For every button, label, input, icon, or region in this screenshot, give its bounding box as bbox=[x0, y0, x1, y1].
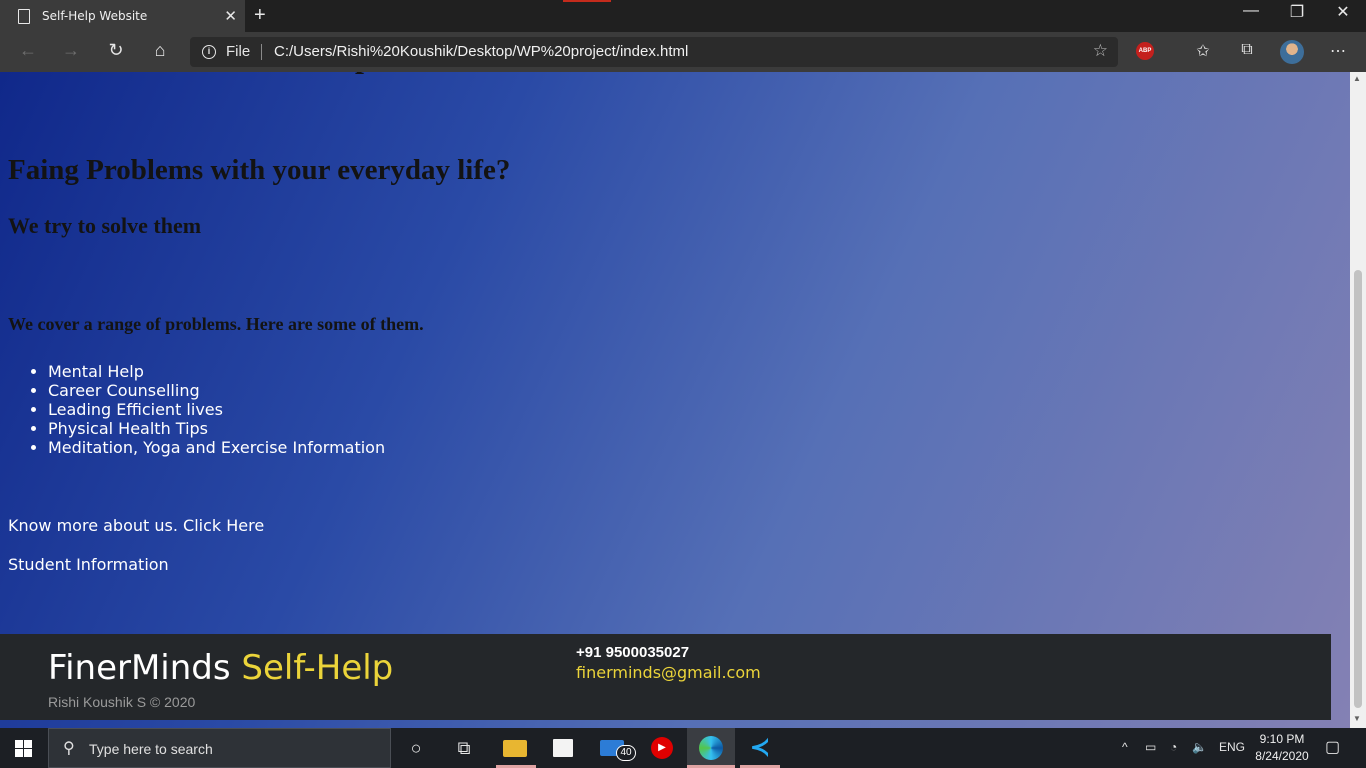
address-bar[interactable]: i File C:/Users/Rishi%20Koushik/Desktop/… bbox=[190, 37, 1118, 67]
partial-heading: p bbox=[355, 72, 373, 75]
close-window-button[interactable]: ✕ bbox=[1320, 2, 1366, 22]
clock-time: 9:10 PM bbox=[1259, 732, 1305, 746]
adblock-icon[interactable]: ABP bbox=[1136, 42, 1154, 60]
sub-heading: We try to solve them bbox=[8, 213, 202, 238]
tab-strip: Self-Help Website ✕ + — ❐ ✕ bbox=[0, 0, 1366, 32]
file-explorer-icon[interactable] bbox=[503, 740, 527, 757]
cortana-icon[interactable]: ○ bbox=[404, 736, 428, 760]
system-clock[interactable]: 9:10 PM 8/24/2020 bbox=[1254, 731, 1310, 765]
search-icon: ⚲ bbox=[63, 740, 75, 757]
scroll-up-icon[interactable]: ▲ bbox=[1353, 74, 1361, 83]
profile-avatar[interactable] bbox=[1280, 40, 1304, 64]
mail-count-badge: 40 bbox=[616, 745, 636, 761]
divider bbox=[261, 44, 262, 60]
list-item: Mental Help bbox=[48, 362, 385, 381]
tab-indicator bbox=[563, 0, 611, 2]
more-menu-icon[interactable]: ⋯ bbox=[1326, 41, 1350, 61]
new-tab-button[interactable]: + bbox=[254, 4, 266, 27]
collections-icon[interactable]: ⧉ bbox=[1235, 41, 1259, 59]
vscode-icon[interactable]: ≺ bbox=[748, 736, 772, 760]
phone-number: +91 9500035027 bbox=[576, 644, 690, 661]
url-text[interactable]: C:/Users/Rishi%20Koushik/Desktop/WP%20pr… bbox=[274, 43, 688, 60]
browser-tab[interactable]: Self-Help Website ✕ bbox=[0, 0, 245, 32]
taskbar: ⚲ Type here to search ○ ⧉ ▶ ≺ ^ ▭ ◔ 🔈 EN… bbox=[0, 728, 1366, 768]
favorites-icon[interactable]: ✩ bbox=[1191, 41, 1215, 61]
main-heading: Faing Problems with your everyday life? bbox=[8, 154, 511, 186]
minimize-button[interactable]: — bbox=[1228, 2, 1274, 20]
vertical-scrollbar[interactable]: ▲ ▼ bbox=[1350, 72, 1366, 728]
battery-icon[interactable]: ▭ bbox=[1145, 740, 1156, 754]
volume-icon[interactable]: 🔈 bbox=[1192, 740, 1207, 754]
refresh-button[interactable]: ↻ bbox=[101, 40, 131, 61]
intro-text: We cover a range of problems. Here are s… bbox=[8, 314, 424, 334]
list-item: Leading Efficient lives bbox=[48, 400, 385, 419]
student-info-link[interactable]: Student Information bbox=[8, 555, 169, 574]
taskbar-search[interactable]: ⚲ Type here to search bbox=[48, 728, 391, 768]
clock-date: 8/24/2020 bbox=[1255, 749, 1309, 763]
copyright: Rishi Koushik S © 2020 bbox=[48, 694, 196, 710]
brand-primary: FinerMinds bbox=[48, 648, 231, 688]
page-viewport: p Faing Problems with your everyday life… bbox=[0, 72, 1350, 728]
task-view-icon[interactable]: ⧉ bbox=[452, 736, 476, 760]
home-button[interactable]: ⌂ bbox=[145, 40, 175, 61]
search-placeholder: Type here to search bbox=[89, 741, 213, 757]
store-icon[interactable] bbox=[553, 739, 573, 757]
close-tab-icon[interactable]: ✕ bbox=[224, 7, 237, 25]
list-item: Career Counselling bbox=[48, 381, 385, 400]
scroll-down-icon[interactable]: ▼ bbox=[1353, 714, 1361, 723]
list-item: Meditation, Yoga and Exercise Informatio… bbox=[48, 438, 385, 457]
tab-title: Self-Help Website bbox=[42, 9, 148, 23]
brand-accent: Self-Help bbox=[241, 648, 394, 688]
back-button[interactable]: ← bbox=[13, 40, 43, 61]
about-link[interactable]: Know more about us. Click Here bbox=[8, 516, 264, 535]
youtube-music-icon[interactable]: ▶ bbox=[651, 737, 673, 759]
forward-button[interactable]: → bbox=[56, 40, 86, 61]
edge-icon[interactable] bbox=[699, 736, 723, 760]
language-indicator[interactable]: ENG bbox=[1219, 740, 1245, 754]
notifications-icon[interactable]: ▢ bbox=[1325, 737, 1340, 757]
brand-logo: FinerMinds Self-Help bbox=[48, 648, 393, 688]
protocol-label: File bbox=[226, 43, 251, 60]
email-link[interactable]: finerminds@gmail.com bbox=[576, 663, 761, 682]
show-hidden-icons-icon[interactable]: ^ bbox=[1122, 740, 1128, 754]
site-footer: FinerMinds Self-Help Rishi Koushik S © 2… bbox=[0, 634, 1331, 720]
toolbar: ← → ↻ ⌂ i File C:/Users/Rishi%20Koushik/… bbox=[0, 32, 1366, 72]
problems-list: Mental Help Career Counselling Leading E… bbox=[48, 362, 385, 457]
wifi-icon[interactable]: ◔ bbox=[1170, 740, 1177, 754]
info-icon[interactable]: i bbox=[202, 45, 216, 59]
list-item: Physical Health Tips bbox=[48, 419, 385, 438]
restore-button[interactable]: ❐ bbox=[1274, 2, 1320, 22]
page-icon bbox=[18, 8, 30, 24]
favorite-star-icon[interactable]: ☆ bbox=[1093, 41, 1108, 61]
scroll-thumb[interactable] bbox=[1354, 270, 1362, 708]
start-button[interactable] bbox=[15, 740, 32, 757]
